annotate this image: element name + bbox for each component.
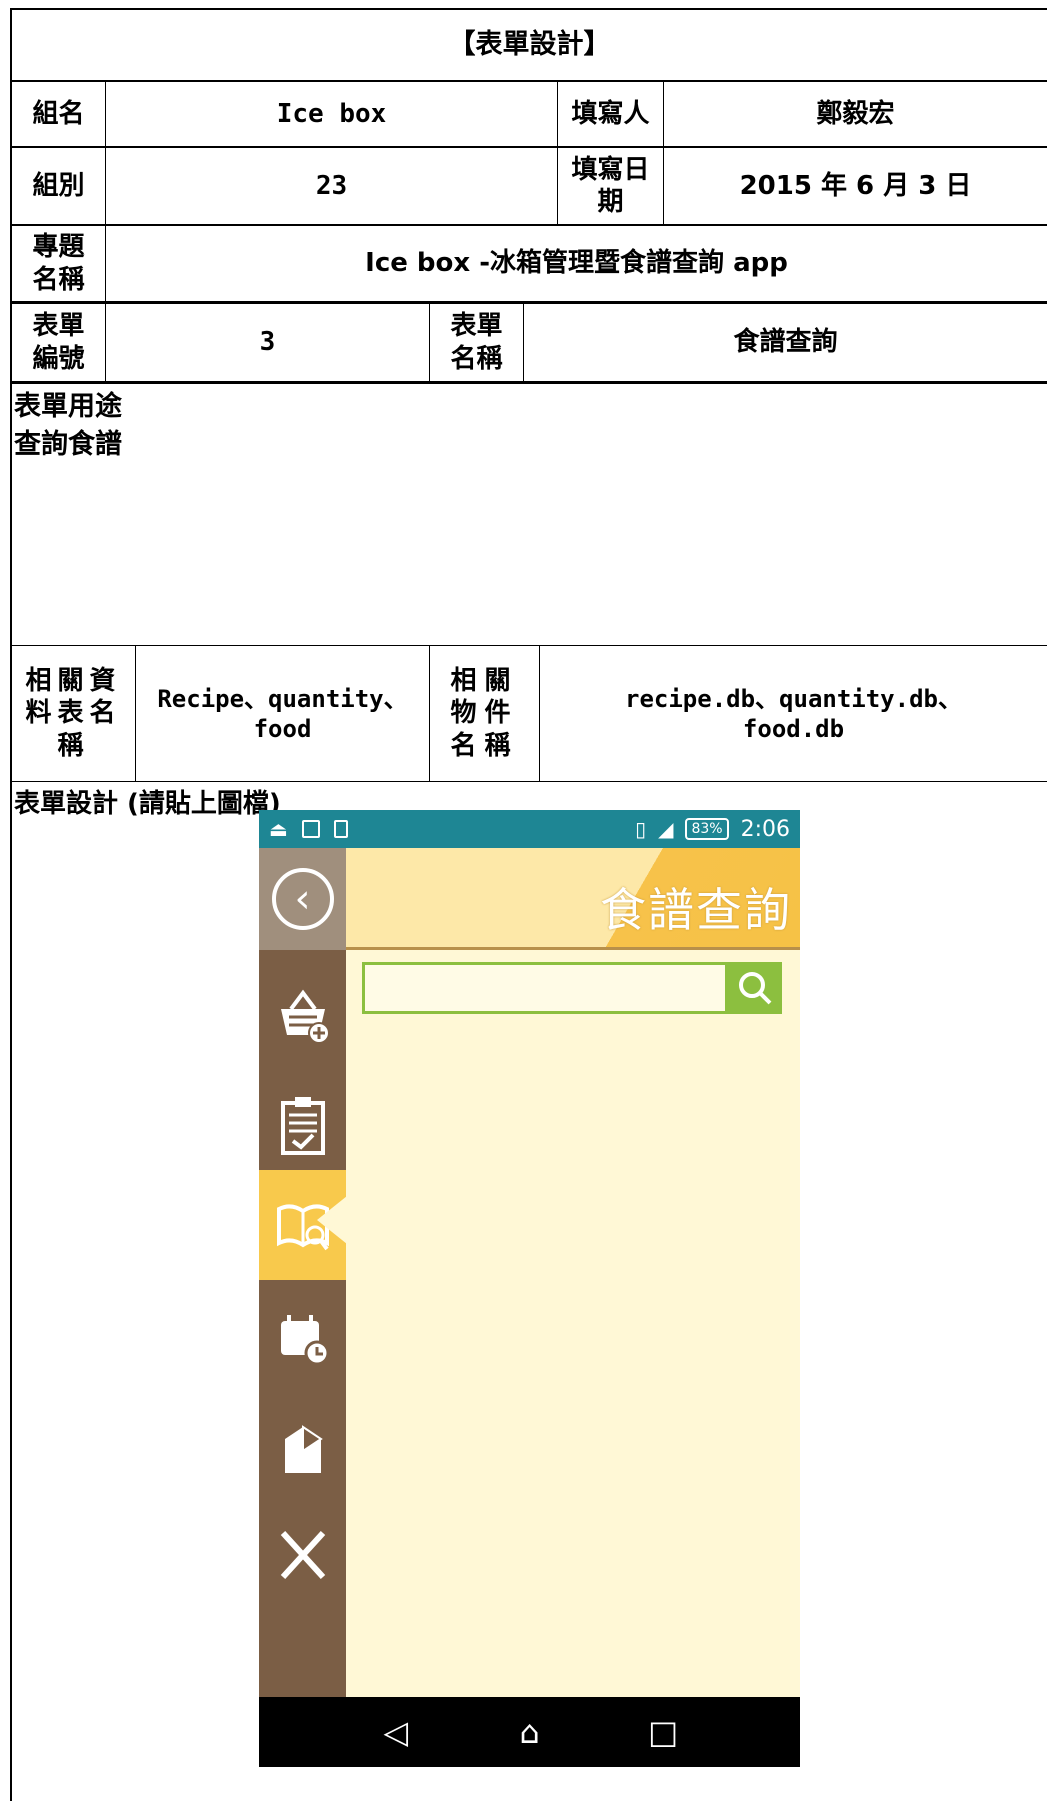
clipboard-check-icon: [280, 1097, 325, 1155]
group-no-label: 組別: [12, 148, 106, 224]
group-no-value: 23: [106, 148, 558, 224]
form-title: 【表單設計】: [448, 29, 611, 61]
page-title: 食譜查詢: [600, 883, 792, 937]
sidebar: ‹: [259, 848, 347, 1697]
date-label: 填寫日期: [558, 148, 664, 224]
vibrate-icon: ▯: [635, 817, 647, 841]
purpose-section: 表單用途 查詢食譜: [12, 384, 1047, 646]
design-label: 表單設計 (請貼上圖檔): [14, 789, 281, 819]
android-nav-bar: ◁ ⌂ □: [259, 1697, 800, 1767]
files-value: recipe.db、quantity.db、 food.db: [540, 646, 1047, 781]
sidebar-item-calendar[interactable]: [259, 1284, 346, 1394]
status-bar: ⏏ ▯ ◢ 83% 2:06: [259, 810, 800, 848]
calendar-clock-icon: [280, 1315, 329, 1366]
related-row: 相關資料表名稱 Recipe、quantity、food 相關物件名稱 reci…: [12, 646, 1047, 782]
phone-screenshot: ⏏ ▯ ◢ 83% 2:06 食譜查詢 ‹ ◁ ⌂ □: [259, 810, 800, 1767]
purpose-value: 查詢食譜: [14, 429, 122, 460]
files-label: 相關物件名稱: [430, 646, 540, 781]
back-button[interactable]: ‹: [259, 848, 346, 950]
group-name-value: Ice box: [106, 82, 558, 146]
form-name-value: 食譜查詢: [733, 327, 838, 358]
recipe-book-search-icon: [276, 1204, 329, 1251]
project-label: 專題名稱: [12, 226, 106, 301]
date-value: 2015 年 6 月 3 日: [739, 170, 972, 201]
basket-add-icon: [280, 989, 330, 1044]
files-line-1: recipe.db、quantity.db、: [625, 684, 962, 713]
form-name-label: 表單名稱: [430, 304, 524, 381]
notification-icon: ⏏: [269, 817, 288, 841]
sidebar-item-recipe-search[interactable]: [259, 1170, 347, 1280]
project-row: 專題名稱 Ice box -冰箱管理暨食譜查詢 app: [12, 226, 1047, 304]
group-name-row: 組名 Ice box 填寫人 鄭毅宏: [12, 82, 1047, 148]
gallery-icon: [301, 820, 320, 838]
milk-carton-icon: [284, 1425, 323, 1473]
sidebar-item-storage[interactable]: [259, 1394, 346, 1504]
sim-icon: [333, 820, 348, 838]
battery-indicator: 83%: [685, 818, 729, 840]
form-title-row: 【表單設計】: [12, 10, 1047, 82]
back-icon: ‹: [271, 868, 334, 930]
sidebar-item-add-food[interactable]: [259, 960, 346, 1070]
back-triangle-icon[interactable]: ◁: [371, 1707, 421, 1757]
group-name-label: 組名: [12, 82, 106, 146]
tables-label: 相關資料表名稱: [12, 646, 136, 781]
form-no-label: 表單編號: [12, 304, 106, 381]
signal-icon: ◢: [658, 817, 674, 841]
home-icon[interactable]: ⌂: [504, 1707, 554, 1757]
form-no-row: 表單編號 3 表單名稱 食譜查詢: [12, 304, 1047, 384]
sidebar-item-inventory[interactable]: [259, 1070, 346, 1180]
search-icon: [739, 972, 772, 1005]
search-button[interactable]: [728, 962, 782, 1014]
files-line-2: food.db: [742, 714, 845, 743]
clock: 2:06: [740, 816, 790, 842]
app-header: 食譜查詢: [346, 848, 800, 950]
form-no-value: 3: [106, 304, 430, 381]
project-value: Ice box -冰箱管理暨食譜查詢 app: [365, 248, 788, 279]
group-no-row: 組別 23 填寫日期 2015 年 6 月 3 日: [12, 148, 1047, 226]
search-field[interactable]: [362, 962, 728, 1014]
fork-knife-icon: [280, 1530, 325, 1580]
search-input[interactable]: [365, 965, 725, 1011]
sidebar-item-dining[interactable]: [259, 1500, 346, 1610]
tables-value: Recipe、quantity、food: [136, 646, 430, 781]
purpose-label: 表單用途: [14, 391, 122, 422]
filler-value: 鄭毅宏: [816, 98, 895, 129]
recents-icon[interactable]: □: [638, 1707, 688, 1757]
filler-label: 填寫人: [558, 82, 664, 146]
